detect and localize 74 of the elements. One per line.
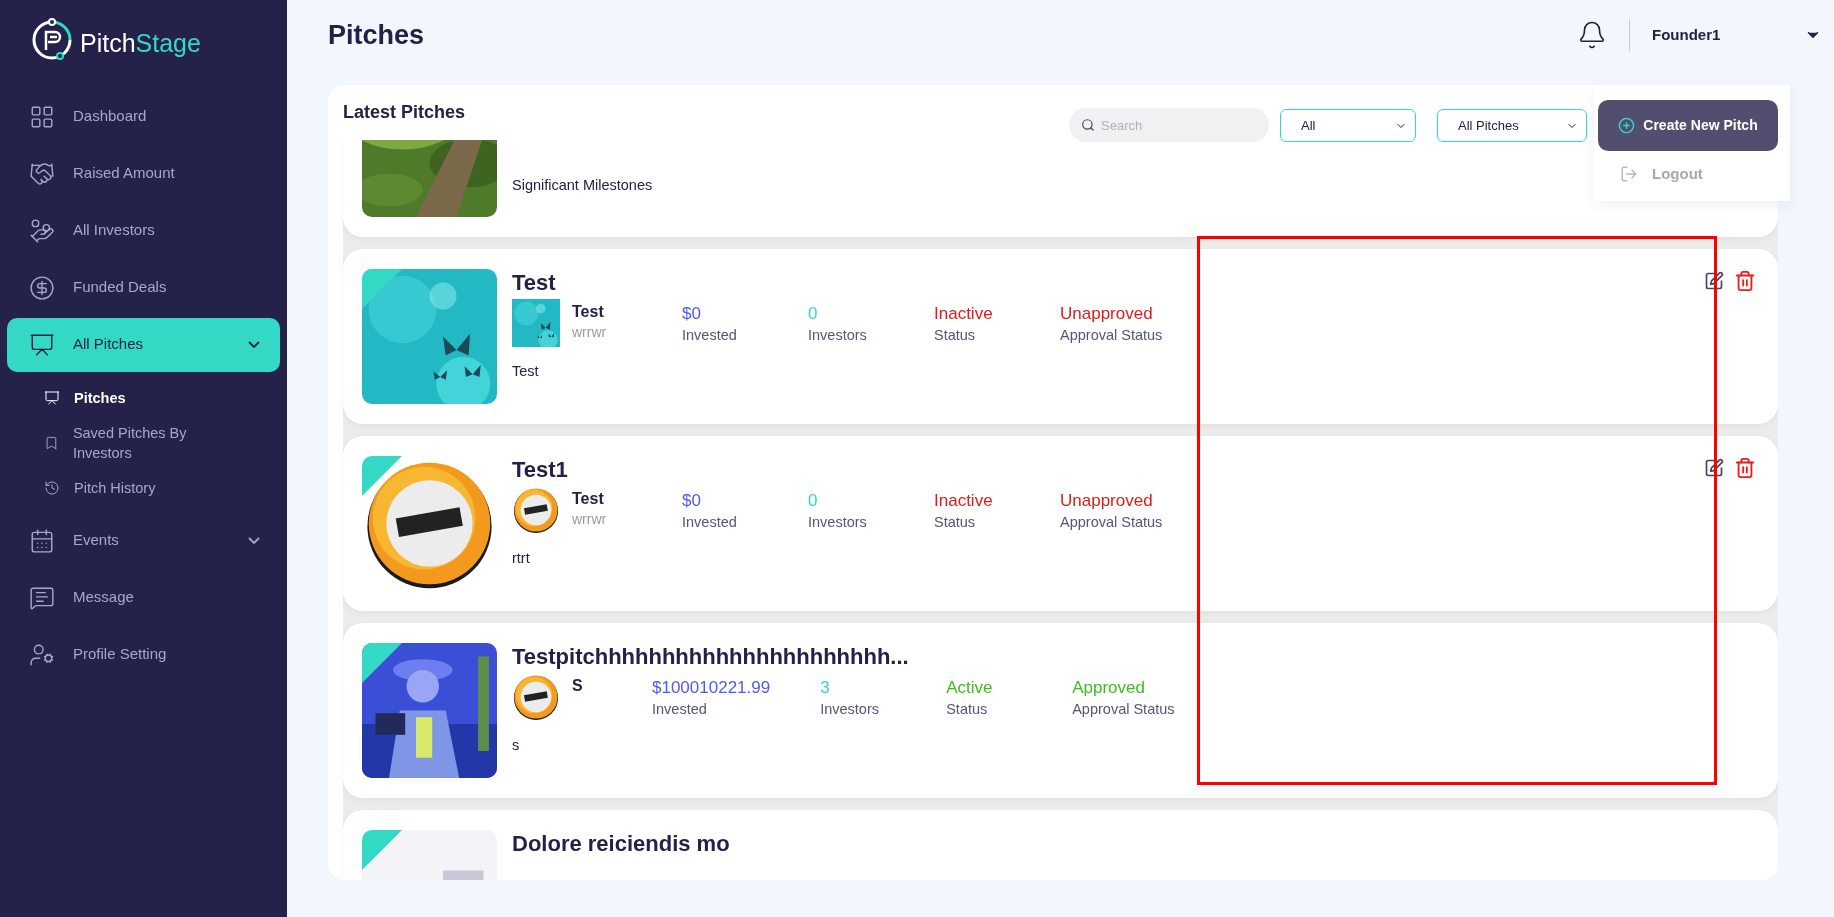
page-title: Pitches [328, 18, 426, 52]
owner-name: Test [572, 302, 605, 322]
nav-item[interactable]: All Investors [7, 203, 280, 258]
chevron-icon [248, 341, 260, 348]
owner-subtitle: wrrwr [572, 323, 607, 341]
stat-value: $0 [682, 490, 702, 512]
stat-label: Investors [808, 326, 868, 345]
pitch-description: rtrt [512, 549, 530, 568]
sub-nav-item[interactable]: Pitches [0, 375, 287, 420]
owner-subtitle: wrrwr [572, 510, 607, 528]
pitch-description: Significant Milestones [512, 176, 653, 195]
stat-label: Investors [820, 700, 881, 719]
stat-label: Invested [682, 326, 738, 345]
nav-item[interactable]: Message [7, 570, 280, 625]
logout-icon [1620, 164, 1638, 183]
stat-label: Status [934, 513, 977, 532]
delete-icon[interactable] [1734, 457, 1756, 479]
pitch-title[interactable]: Dolore reiciendis mo [512, 830, 1759, 858]
stat-label: Invested [682, 513, 738, 532]
stat-value: Unapproved [1060, 303, 1154, 325]
nav-item[interactable]: All Pitches [7, 317, 280, 372]
nav-icon [29, 160, 55, 187]
stat-label: Status [934, 326, 977, 345]
pitch-title[interactable]: Test [512, 269, 1759, 297]
pitch-title[interactable]: Testpitchhhhhhhhhhhhhhhhhhhhhh... [512, 643, 1759, 671]
stat-value: 3 [820, 677, 831, 699]
nav-item[interactable]: Raised Amount [7, 146, 280, 201]
nav-icon [29, 217, 55, 244]
edit-icon[interactable] [1704, 457, 1724, 479]
logo-text: PitchStage [80, 28, 201, 59]
logo-icon [30, 18, 74, 62]
nav-icon [29, 274, 55, 301]
search-field[interactable]: Search [1069, 108, 1269, 142]
stat-label: Approval Status [1060, 513, 1163, 532]
filter-select[interactable]: All [1280, 109, 1416, 142]
nav-icon [29, 527, 55, 554]
notification-icon[interactable] [1577, 20, 1607, 50]
chevron-icon [248, 537, 260, 544]
stat-value: Active [946, 677, 994, 699]
nav-item[interactable]: Dashboard [7, 89, 280, 144]
stat-value: $100010221.99 [652, 677, 771, 699]
nav-item[interactable]: Events [7, 513, 280, 568]
owner-name: S [572, 676, 583, 696]
stat-value: 0 [808, 303, 819, 325]
owner-name: Test [572, 489, 605, 509]
stat-value: 0 [808, 490, 819, 512]
stat-value: Unapproved [1060, 490, 1154, 512]
stat-value: $0 [682, 303, 702, 325]
create-pitch-button[interactable]: Create New Pitch [1598, 100, 1778, 151]
stat-value: Approved [1072, 677, 1146, 699]
nav-item[interactable]: Profile Setting [7, 627, 280, 682]
nav-item[interactable]: Funded Deals [7, 260, 280, 315]
stat-label: Approval Status [1072, 700, 1175, 719]
filter-select[interactable]: All Pitches [1437, 109, 1587, 142]
sub-nav-icon [44, 479, 60, 496]
sub-nav-icon [44, 389, 60, 406]
pitch-description: s [512, 736, 520, 755]
pitch-title[interactable]: Test1 [512, 456, 1759, 484]
stat-label: Invested [652, 700, 708, 719]
pitch-description: Test [512, 362, 539, 381]
stat-label: Investors [808, 513, 868, 532]
user-menu-button[interactable]: Founder1 [1652, 23, 1822, 47]
plus-icon [1618, 117, 1636, 134]
edit-icon[interactable] [1704, 270, 1724, 292]
stat-label: Approval Status [1060, 326, 1163, 345]
search-icon [1081, 118, 1095, 132]
sub-nav-item[interactable]: Pitch History [0, 465, 287, 510]
sub-nav-icon [44, 434, 59, 451]
stat-value: Inactive [934, 303, 994, 325]
panel-title: Latest Pitches [343, 101, 467, 124]
sub-nav-item[interactable]: Saved Pitches By Investors [0, 420, 287, 465]
stat-value: Inactive [934, 490, 994, 512]
delete-icon[interactable] [1734, 270, 1756, 292]
stat-label: Status [946, 700, 989, 719]
